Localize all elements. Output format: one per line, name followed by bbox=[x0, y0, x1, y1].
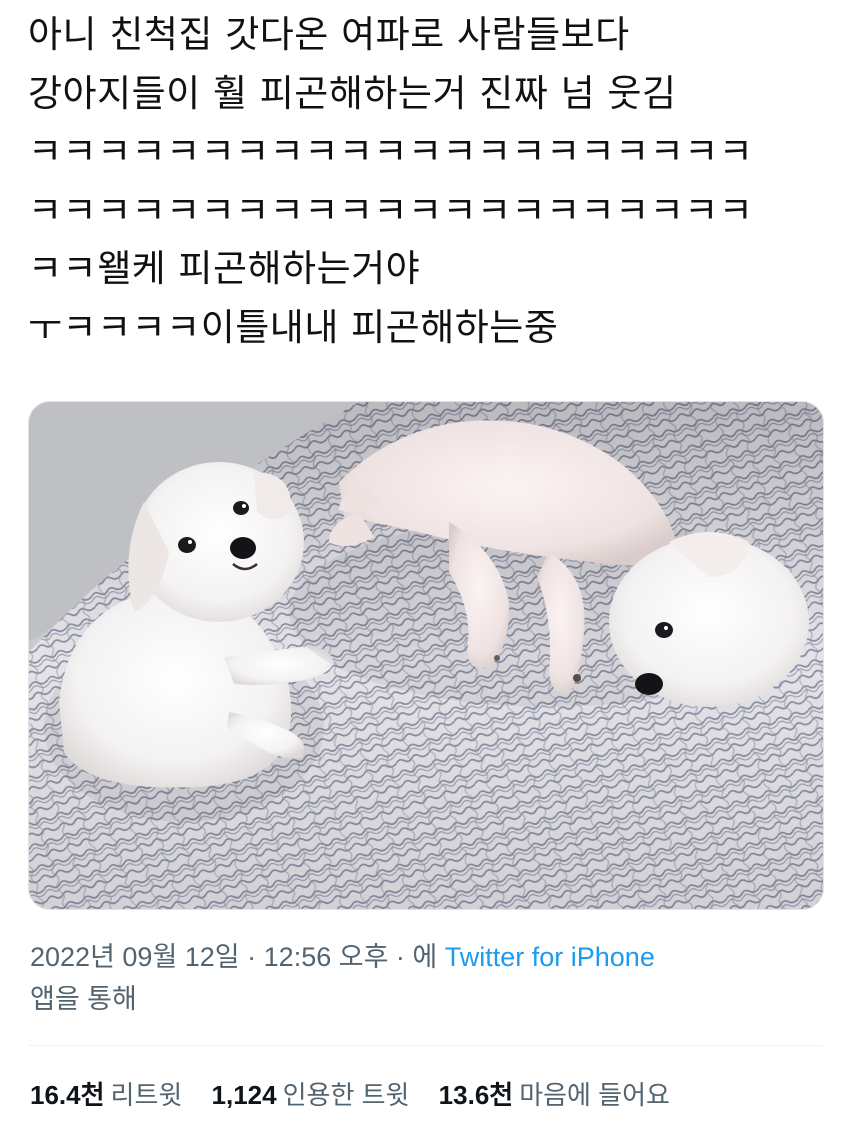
tweet-time[interactable]: 12:56 오후 bbox=[264, 942, 389, 972]
retweets-label: 리트윗 bbox=[110, 1080, 183, 1110]
dogs-on-bed-image bbox=[29, 402, 823, 909]
tweet-text-line: ㅜㅋㅋㅋㅋ이틀내내 피곤해하는중 bbox=[28, 305, 559, 349]
tweet-text-line: ㅋㅋ왤케 피곤해하는거야 bbox=[28, 247, 421, 290]
tweet-text-line: ㅋㅋㅋㅋㅋㅋㅋㅋㅋㅋㅋㅋㅋㅋㅋㅋㅋㅋㅋㅋㅋ bbox=[28, 188, 754, 232]
tweet-meta: 2022년 09월 12일 · 12:56 오후 · 에 Twitter for… bbox=[30, 936, 820, 1020]
tweet-photo[interactable] bbox=[28, 401, 824, 910]
tweet-text-line: ㅋㅋㅋㅋㅋㅋㅋㅋㅋㅋㅋㅋㅋㅋㅋㅋㅋㅋㅋㅋㅋ bbox=[28, 130, 754, 173]
retweets-count: 16.4천 bbox=[30, 1080, 105, 1110]
tweet-text-line: 아니 친척집 갓다온 여파로 사람들보다 bbox=[28, 13, 630, 56]
quotes-count: 1,124 bbox=[211, 1080, 277, 1110]
tweet-text: 아니 친척집 갓다온 여파로 사람들보다 강아지들이 훨 피곤해하는거 진짜 넘… bbox=[28, 6, 828, 357]
tweet-stats: 16.4천 리트윗 1,124 인용한 트윗 13.6천 마음에 들어요 bbox=[30, 1075, 830, 1115]
source-link[interactable]: Twitter for iPhone bbox=[445, 942, 655, 972]
tweet-date[interactable]: 2022년 09월 12일 bbox=[30, 942, 240, 972]
via-suffix: 앱을 통해 bbox=[30, 984, 137, 1014]
quotes-label: 인용한 트윗 bbox=[282, 1080, 410, 1110]
tweet-text-line: 강아지들이 훨 피곤해하는거 진짜 넘 웃김 bbox=[28, 71, 677, 115]
retweets-stat[interactable]: 16.4천 리트윗 bbox=[30, 1075, 182, 1115]
separator-dot: · bbox=[388, 942, 413, 972]
divider bbox=[28, 1045, 822, 1046]
likes-count: 13.6천 bbox=[438, 1080, 514, 1110]
via-prefix: 에 bbox=[412, 942, 445, 972]
separator-dot: · bbox=[239, 942, 264, 972]
quotes-stat[interactable]: 1,124 인용한 트윗 bbox=[212, 1075, 410, 1115]
likes-label: 마음에 들어요 bbox=[519, 1080, 670, 1110]
likes-stat[interactable]: 13.6천 마음에 들어요 bbox=[439, 1075, 670, 1115]
